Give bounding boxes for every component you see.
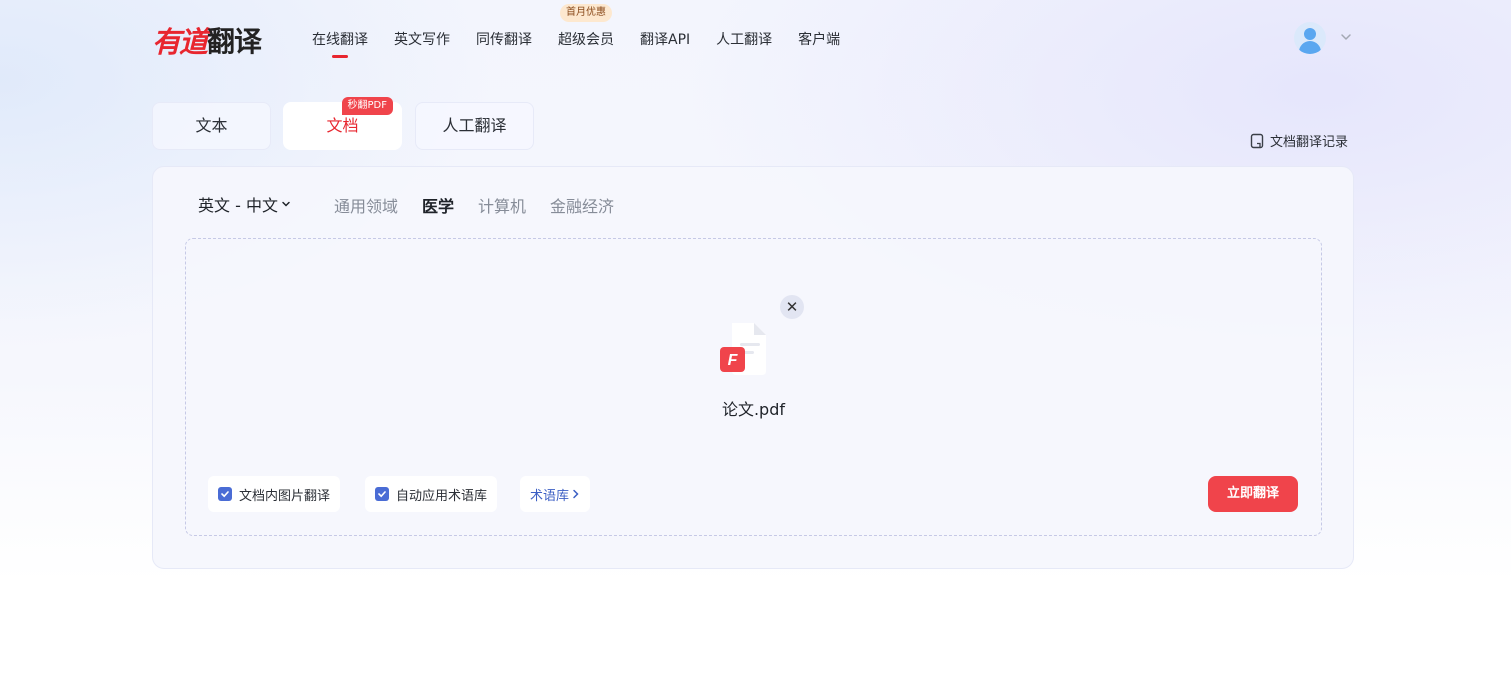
domain-medicine[interactable]: 医学 bbox=[422, 193, 454, 217]
tab-label: 人工翻译 bbox=[442, 116, 507, 135]
logo-mark: 有道 bbox=[152, 25, 208, 59]
chevron-right-icon bbox=[573, 489, 579, 499]
tab-text[interactable]: 文本 bbox=[152, 102, 271, 150]
promo-badge: 首月优惠 bbox=[560, 4, 612, 22]
option-label: 文档内图片翻译 bbox=[239, 488, 331, 504]
chevron-down-icon bbox=[282, 201, 290, 207]
document-translate-panel: 英文 - 中文 通用领域 医学 计算机 金融经济 F ✕ 论文.pdf 文档内图… bbox=[152, 166, 1354, 569]
pdf-file-icon: F bbox=[720, 323, 766, 375]
nav-item-label: 在线翻译 bbox=[312, 32, 368, 48]
nav-item-client[interactable]: 客户端 bbox=[798, 30, 840, 52]
auto-glossary-option[interactable]: 自动应用术语库 bbox=[365, 476, 498, 512]
image-translate-option[interactable]: 文档内图片翻译 bbox=[208, 476, 341, 512]
nav-item-label: 同传翻译 bbox=[476, 32, 532, 48]
language-pair-select[interactable]: 英文 - 中文 bbox=[198, 192, 291, 216]
nav-item-label: 英文写作 bbox=[394, 32, 450, 48]
pdf-icon-letter: F bbox=[728, 352, 739, 369]
logo-text: 翻译 bbox=[207, 25, 262, 58]
history-label: 文档翻译记录 bbox=[1270, 135, 1349, 150]
glossary-link[interactable]: 术语库 bbox=[520, 476, 591, 512]
youdao-logo[interactable]: 有道 翻译 bbox=[152, 22, 262, 59]
nav-item-human-translate[interactable]: 人工翻译 bbox=[716, 30, 772, 52]
checkbox-checked[interactable] bbox=[375, 487, 389, 501]
tab-label: 文本 bbox=[195, 116, 228, 135]
option-label: 自动应用术语库 bbox=[396, 488, 488, 504]
document-history-icon bbox=[1250, 133, 1264, 148]
domain-selector: 通用领域 医学 计算机 金融经济 bbox=[334, 193, 638, 217]
tab-human-translate[interactable]: 人工翻译 bbox=[415, 102, 534, 150]
nav-item-label: 超级会员 bbox=[558, 32, 614, 48]
language-pair-label: 英文 - 中文 bbox=[198, 196, 278, 215]
close-icon: ✕ bbox=[785, 298, 799, 316]
nav-item-label: 人工翻译 bbox=[716, 32, 773, 48]
user-avatar-icon[interactable] bbox=[1294, 22, 1326, 54]
domain-general[interactable]: 通用领域 bbox=[334, 193, 398, 217]
main-nav: 在线翻译 英文写作 同传翻译 首月优惠 超级会员 翻译API 人工翻译 客户端 bbox=[312, 4, 866, 58]
document-history-link[interactable]: 文档翻译记录 bbox=[1250, 131, 1348, 150]
domain-finance[interactable]: 金融经济 bbox=[550, 193, 614, 217]
tab-label: 文档 bbox=[326, 116, 359, 135]
checkbox-checked[interactable] bbox=[218, 487, 232, 501]
nav-item-simultaneous[interactable]: 同传翻译 bbox=[476, 30, 532, 52]
nav-item-super-vip[interactable]: 首月优惠 超级会员 bbox=[558, 4, 614, 52]
domain-computer[interactable]: 计算机 bbox=[478, 193, 526, 217]
tab-badge: 秒翻PDF bbox=[341, 97, 393, 115]
translate-now-button[interactable]: 立即翻译 bbox=[1208, 476, 1298, 512]
nav-item-label: 翻译API bbox=[640, 32, 691, 48]
nav-item-english-writing[interactable]: 英文写作 bbox=[394, 30, 450, 52]
glossary-label: 术语库 bbox=[530, 488, 570, 504]
checkmark-icon bbox=[221, 491, 229, 498]
checkmark-icon bbox=[378, 491, 386, 498]
tab-document[interactable]: 秒翻PDF 文档 bbox=[283, 97, 402, 150]
file-dropzone[interactable]: F ✕ 论文.pdf 文档内图片翻译 自动应用术语库 术语库 立即翻译 bbox=[185, 238, 1322, 536]
chevron-down-icon[interactable] bbox=[1339, 30, 1353, 44]
top-header: 有道 翻译 在线翻译 英文写作 同传翻译 首月优惠 超级会员 翻译API 人工翻… bbox=[0, 0, 1511, 80]
file-name: 论文.pdf bbox=[721, 400, 786, 419]
remove-file-button[interactable]: ✕ bbox=[780, 295, 804, 319]
nav-item-online-translate[interactable]: 在线翻译 bbox=[312, 30, 368, 58]
nav-item-label: 客户端 bbox=[798, 32, 841, 48]
nav-item-api[interactable]: 翻译API bbox=[640, 30, 690, 52]
